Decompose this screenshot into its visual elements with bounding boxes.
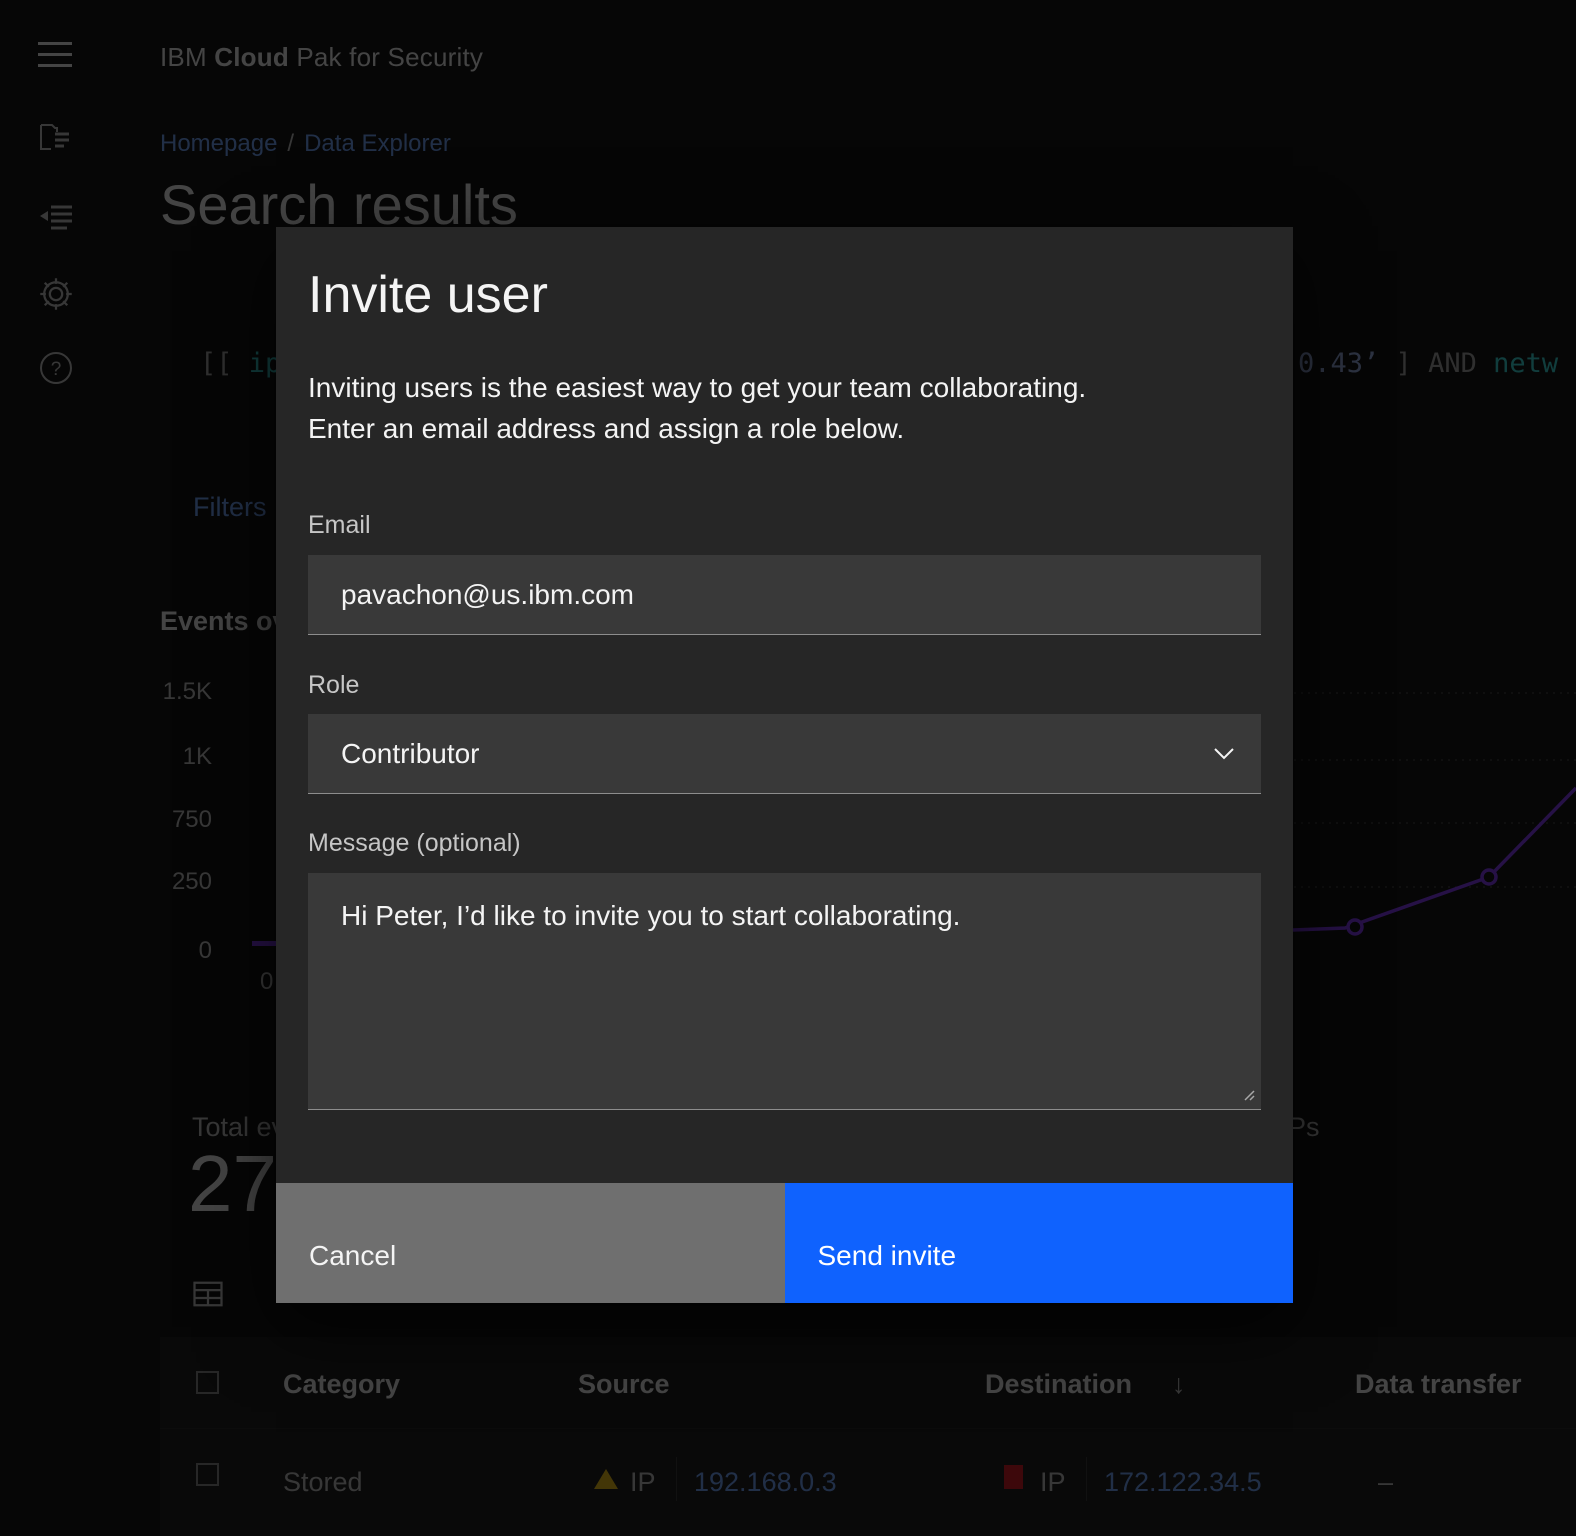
- chevron-down-icon: [1213, 747, 1235, 761]
- send-invite-button[interactable]: Send invite: [785, 1183, 1294, 1303]
- modal-description: Inviting users is the easiest way to get…: [308, 367, 1086, 449]
- message-field-wrap: Hi Peter, I’d like to invite you to star…: [308, 873, 1261, 1110]
- resize-handle-icon[interactable]: [1242, 1088, 1256, 1102]
- modal-title: Invite user: [308, 265, 548, 325]
- role-selected-value: Contributor: [341, 714, 480, 793]
- cancel-button[interactable]: Cancel: [276, 1183, 785, 1303]
- modal-description-line1: Inviting users is the easiest way to get…: [308, 367, 1086, 408]
- message-label: Message (optional): [308, 829, 521, 858]
- email-field[interactable]: [308, 555, 1261, 635]
- invite-user-modal: Invite user Inviting users is the easies…: [276, 227, 1293, 1303]
- modal-footer: Cancel Send invite: [276, 1183, 1293, 1303]
- email-label: Email: [308, 511, 371, 540]
- modal-description-line2: Enter an email address and assign a role…: [308, 408, 1086, 449]
- screen: IBM Cloud Pak for Security ? Homepage/Da…: [0, 0, 1576, 1536]
- message-textarea[interactable]: Hi Peter, I’d like to invite you to star…: [308, 873, 1261, 1110]
- role-label: Role: [308, 671, 359, 700]
- role-dropdown[interactable]: Contributor: [308, 714, 1261, 794]
